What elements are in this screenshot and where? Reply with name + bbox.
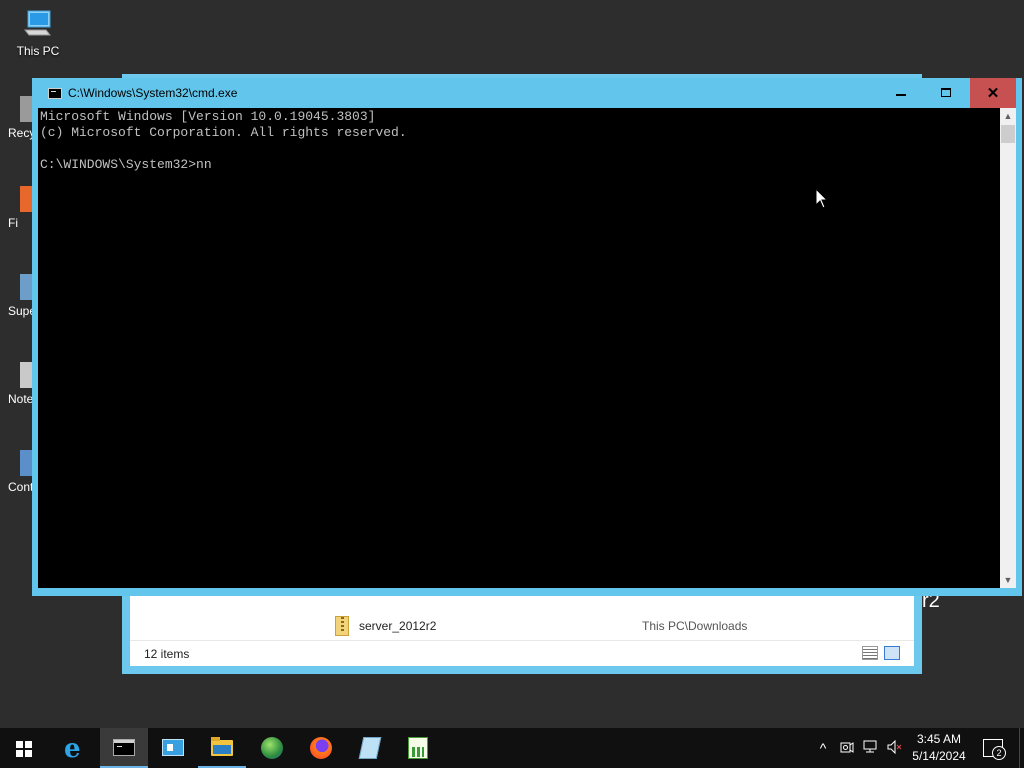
- explorer-status-bar: 12 items: [130, 640, 914, 666]
- desktop-icon-recycle-bin[interactable]: Recy: [0, 96, 34, 140]
- clock-date: 5/14/2024: [912, 749, 966, 763]
- clock[interactable]: 3:45 AM 5/14/2024: [908, 731, 970, 765]
- show-desktop-button[interactable]: [1019, 728, 1024, 768]
- volume-muted-icon[interactable]: [886, 739, 904, 756]
- console-line-2: (c) Microsoft Corporation. All rights re…: [40, 125, 407, 140]
- system-tray: ^ 3:45 AM 5/14/2024 2: [0, 728, 1024, 768]
- file-list-row[interactable]: server_2012r2 This PC\Downloads: [335, 614, 855, 638]
- close-button[interactable]: ✕: [970, 78, 1016, 108]
- taskbar: e ^ 3:45 AM 5/14/2024 2: [0, 728, 1024, 768]
- cmd-window[interactable]: C:\Windows\System32\cmd.exe ✕ Microsoft …: [32, 78, 1022, 596]
- minimize-icon: [896, 94, 906, 96]
- cmd-window-title: C:\Windows\System32\cmd.exe: [68, 86, 238, 100]
- command-prompt-icon: [48, 88, 62, 99]
- file-location: This PC\Downloads: [642, 619, 748, 633]
- maximize-button[interactable]: [924, 78, 970, 108]
- zip-folder-icon: [335, 616, 349, 636]
- console-prompt-line[interactable]: C:\WINDOWS\System32>nn: [40, 157, 212, 173]
- cmd-titlebar[interactable]: C:\Windows\System32\cmd.exe ✕: [32, 78, 1022, 108]
- network-icon[interactable]: [862, 740, 880, 756]
- this-pc-label: This PC: [16, 44, 60, 58]
- notification-count-badge: 2: [992, 746, 1006, 760]
- firefox-label: Fi: [8, 216, 18, 230]
- details-view-icon[interactable]: [862, 646, 878, 660]
- desktop-icon-this-pc[interactable]: This PC: [0, 8, 76, 58]
- item-count: 12 items: [144, 647, 190, 661]
- superputty-label: Supe: [8, 304, 34, 318]
- console-line-1: Microsoft Windows [Version 10.0.19045.38…: [40, 109, 376, 124]
- scroll-thumb[interactable]: [1001, 125, 1015, 143]
- desktop-icon-superputty[interactable]: Supe: [0, 274, 34, 318]
- close-icon: ✕: [986, 85, 1000, 102]
- large-icons-view-icon[interactable]: [884, 646, 900, 660]
- console-output[interactable]: Microsoft Windows [Version 10.0.19045.38…: [38, 108, 1000, 588]
- desktop-icon-control-panel[interactable]: Contr: [0, 450, 34, 494]
- notepad-label: Note: [8, 392, 34, 406]
- clock-time: 3:45 AM: [916, 732, 962, 746]
- recycle-bin-label: Recy: [8, 126, 34, 140]
- vertical-scrollbar[interactable]: ▲ ▼: [1000, 108, 1016, 588]
- control-panel-label: Contr: [8, 480, 34, 494]
- maximize-icon: [941, 88, 951, 97]
- file-name: server_2012r2: [359, 619, 437, 633]
- scroll-down-icon[interactable]: ▼: [1000, 572, 1016, 588]
- desktop-icon-notepad[interactable]: Note: [0, 362, 34, 406]
- scroll-up-icon[interactable]: ▲: [1000, 108, 1016, 124]
- this-pc-icon: [22, 8, 54, 40]
- chevron-up-icon[interactable]: ^: [814, 740, 832, 756]
- desktop-icon-firefox[interactable]: Fi: [0, 186, 34, 230]
- mouse-cursor-icon: [815, 187, 829, 210]
- minimize-button[interactable]: [878, 78, 924, 108]
- camera-icon[interactable]: [838, 740, 856, 756]
